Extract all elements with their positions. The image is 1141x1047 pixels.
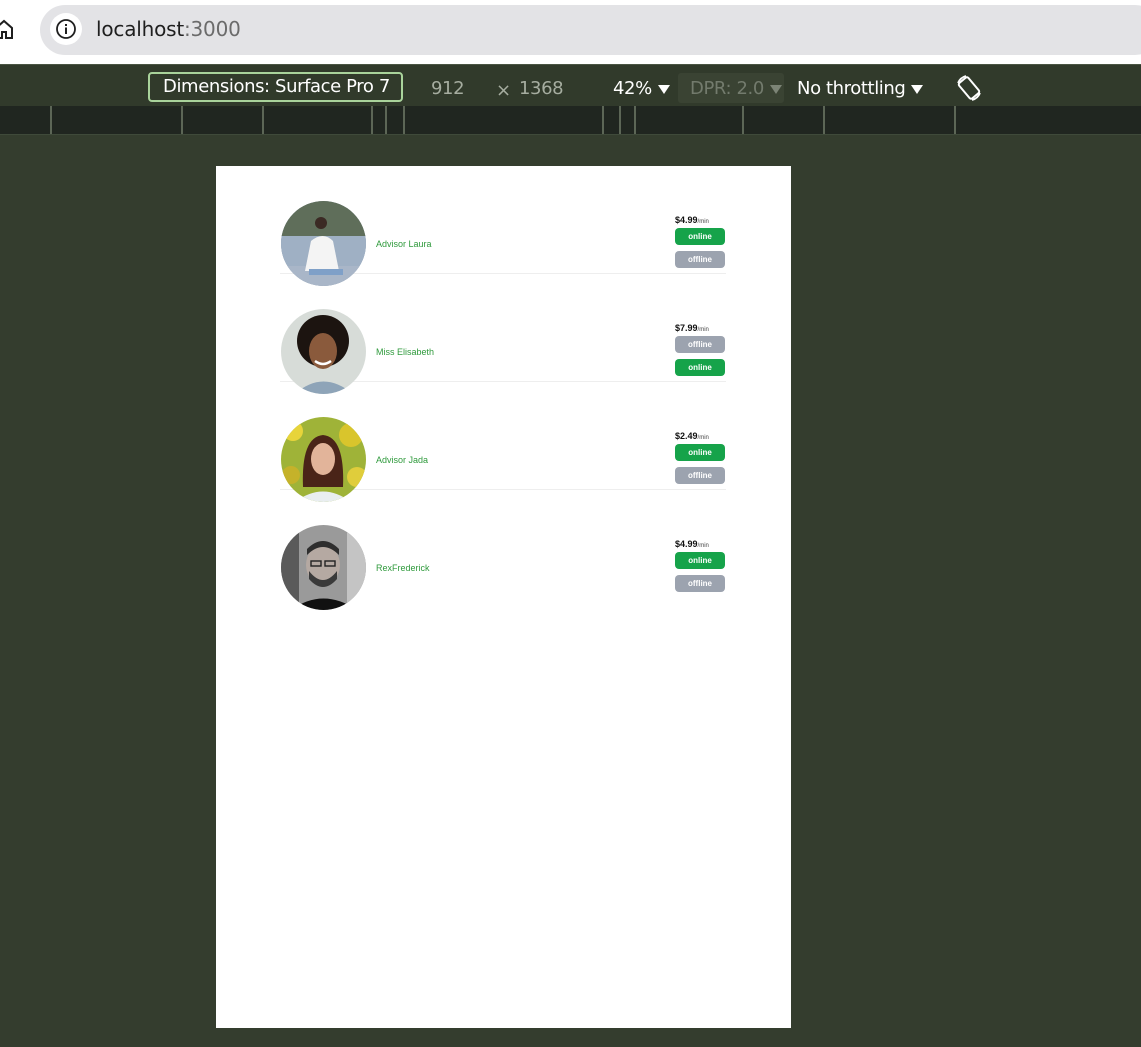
advisor-name[interactable]: Miss Elisabeth: [376, 347, 434, 357]
dpr-label: DPR: 2.0: [690, 78, 764, 99]
ruler-tick: [50, 106, 52, 134]
dpr-dropdown[interactable]: DPR: 2.0: [690, 78, 782, 99]
avatar: [281, 525, 366, 610]
url-text[interactable]: localhost:3000: [96, 17, 241, 41]
offline-button[interactable]: offline: [675, 251, 725, 268]
media-query-ruler[interactable]: [0, 106, 1141, 135]
ruler-tick: [823, 106, 825, 134]
ruler-tick: [619, 106, 621, 134]
device-toolbar: Dimensions: Surface Pro 7 912 × 1368 42%…: [0, 64, 1141, 118]
ruler-tick: [602, 106, 604, 134]
times-icon: ×: [496, 80, 511, 101]
throttling-label: No throttling: [797, 78, 906, 99]
browser-top-bar: localhost:3000: [0, 0, 1141, 64]
price-unit: /min: [697, 543, 709, 549]
price-unit: /min: [697, 327, 709, 333]
ruler-tick: [385, 106, 387, 134]
ruler-tick: [403, 106, 405, 134]
rotate-icon[interactable]: [954, 73, 984, 103]
throttling-dropdown[interactable]: No throttling: [797, 78, 924, 99]
advisor-row[interactable]: Miss Elisabeth $7.99/min offline online: [280, 274, 726, 394]
url-host: localhost: [96, 17, 184, 41]
zoom-dropdown[interactable]: 42%: [613, 78, 670, 99]
advisor-row[interactable]: RexFrederick $4.99/min online offline: [280, 490, 726, 610]
advisor-name[interactable]: Advisor Jada: [376, 455, 428, 465]
emulated-page: Advisor Laura $4.99/min online offline M…: [216, 166, 791, 1028]
advisor-row[interactable]: Advisor Laura $4.99/min online offline: [280, 166, 726, 286]
price-value: $2.49: [675, 431, 698, 441]
advisor-price: $4.99/min: [675, 539, 709, 549]
url-port: :3000: [183, 17, 241, 41]
advisor-price: $2.49/min: [675, 431, 709, 441]
chevron-down-icon: [657, 84, 670, 94]
info-icon: [56, 19, 76, 39]
advisor-price: $4.99/min: [675, 215, 709, 225]
dimensions-dropdown[interactable]: Dimensions: Surface Pro 7: [148, 72, 403, 118]
ruler-tick: [262, 106, 264, 134]
price-value: $4.99: [675, 539, 698, 549]
ruler-tick: [954, 106, 956, 134]
offline-button[interactable]: offline: [675, 467, 725, 484]
price-unit: /min: [697, 435, 709, 441]
ruler-tick: [181, 106, 183, 134]
advisor-name[interactable]: RexFrederick: [376, 563, 430, 573]
price-unit: /min: [697, 219, 709, 225]
width-input[interactable]: 912: [431, 78, 465, 99]
offline-button[interactable]: offline: [675, 575, 725, 592]
ruler-tick: [742, 106, 744, 134]
price-value: $4.99: [675, 215, 698, 225]
ruler-tick: [371, 106, 373, 134]
offline-button[interactable]: offline: [675, 336, 725, 353]
advisor-row[interactable]: Advisor Jada $2.49/min online offline: [280, 382, 726, 502]
online-button[interactable]: online: [675, 359, 725, 376]
chevron-down-icon: [769, 84, 782, 94]
advisor-name[interactable]: Advisor Laura: [376, 239, 432, 249]
dimensions-label: Dimensions: Surface Pro 7: [163, 76, 390, 97]
online-button[interactable]: online: [675, 444, 725, 461]
height-input[interactable]: 1368: [519, 78, 564, 99]
zoom-label: 42%: [613, 78, 652, 99]
chevron-down-icon: [911, 84, 924, 94]
home-icon[interactable]: [0, 18, 14, 40]
ruler-tick: [634, 106, 636, 134]
online-button[interactable]: online: [675, 228, 725, 245]
site-info-button[interactable]: [50, 13, 82, 45]
advisor-price: $7.99/min: [675, 323, 709, 333]
online-button[interactable]: online: [675, 552, 725, 569]
price-value: $7.99: [675, 323, 698, 333]
